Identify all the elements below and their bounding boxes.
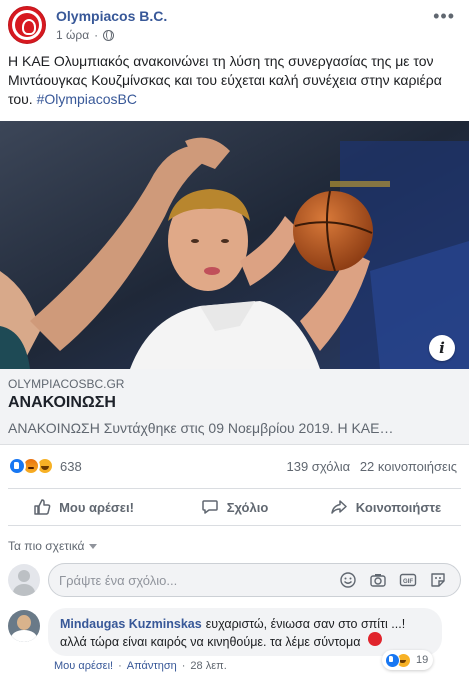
hashtag-link[interactable]: #OlympiacosBC: [37, 91, 137, 107]
comment-sort-dropdown[interactable]: Τα πιο σχετικά: [8, 539, 97, 553]
sort-label: Τα πιο σχετικά: [8, 539, 85, 553]
page-name[interactable]: Olympiacos B.C.: [56, 8, 167, 24]
sticker-icon[interactable]: [429, 571, 447, 589]
comment-reply-link[interactable]: Απάντηση: [127, 660, 177, 672]
like-button[interactable]: Μου αρέσει!: [8, 489, 159, 525]
comment-button[interactable]: Σχόλιο: [159, 489, 310, 525]
share-label: Κοινοποιήστε: [355, 499, 442, 515]
gif-icon[interactable]: GIF: [399, 571, 417, 589]
comment-reaction-count: 19: [416, 654, 429, 666]
comment-icon: [201, 500, 218, 514]
comments-shares: 139 σχόλια 22 κοινοποιήσεις: [281, 459, 458, 474]
comment-text-line2: αλλά τώρα είναι καιρός να κινηθούμε. τα …: [60, 635, 361, 649]
link-title[interactable]: ΑΝΑΚΟΙΝΩΣΗ: [8, 394, 116, 412]
globe-icon: [103, 29, 115, 41]
thumbs-up-icon: [34, 499, 51, 515]
share-button[interactable]: Κοινοποιήστε: [310, 489, 461, 525]
like-icon: [8, 457, 26, 475]
action-bar: Μου αρέσει! Σχόλιο Κοινοποιήστε: [8, 488, 461, 526]
comment-actions: Μου αρέσει! · Απάντηση · 28 λεπ.: [54, 660, 227, 672]
post-time[interactable]: 1 ώρα: [56, 28, 89, 42]
comment-text-line1: ευχαριστώ, ένιωσα σαν στο σπίτι ...!: [205, 617, 406, 631]
basketball-player-photo: [0, 121, 469, 369]
more-options-icon[interactable]: •••: [433, 6, 455, 27]
user-avatar: [8, 564, 40, 596]
chevron-down-icon: [88, 543, 97, 549]
comment-reactions[interactable]: 19: [382, 650, 434, 670]
red-circle-emoji: [368, 632, 382, 646]
post-meta: 1 ώρα ·: [56, 28, 115, 42]
like-label: Μου αρέσει!: [59, 499, 134, 515]
reactions-summary[interactable]: 638: [8, 457, 82, 475]
shares-count[interactable]: 22 κοινοποιήσεις: [360, 459, 457, 474]
comment-time[interactable]: 28 λεπ.: [190, 660, 226, 672]
comments-count[interactable]: 139 σχόλια: [287, 459, 351, 474]
info-icon[interactable]: i: [429, 335, 455, 361]
share-icon: [331, 500, 347, 514]
post-text: Η ΚΑΕ Ολυμπιακός ανακοινώνει τη λύση της…: [8, 52, 460, 109]
commenter-name[interactable]: Mindaugas Kuzminskas: [60, 617, 202, 631]
comment-bubble: Mindaugas Kuzminskas ευχαριστώ, ένιωσα σα…: [48, 608, 442, 656]
link-description: ΑΝΑΚΟΙΝΩΣΗ Συντάχθηκε στις 09 Νοεμβρίου …: [8, 420, 394, 436]
link-domain: OLYMPIACOSBC.GR: [8, 377, 125, 391]
like-icon: [385, 652, 400, 668]
post-header: Olympiacos B.C. 1 ώρα · •••: [0, 0, 469, 48]
post-photo[interactable]: i: [0, 121, 469, 369]
svg-text:GIF: GIF: [403, 579, 413, 585]
composer-icons: GIF: [339, 571, 447, 589]
page-avatar[interactable]: [8, 6, 46, 44]
comment-label: Σχόλιο: [226, 499, 269, 515]
post-stats: 638 139 σχόλια 22 κοινοποιήσεις: [0, 452, 469, 480]
camera-icon[interactable]: [369, 571, 387, 589]
emoji-icon[interactable]: [339, 571, 357, 589]
comment-composer: GIF: [8, 562, 461, 598]
commenter-avatar[interactable]: [8, 610, 40, 642]
link-preview[interactable]: OLYMPIACOSBC.GR ΑΝΑΚΟΙΝΩΣΗ ΑΝΑΚΟΙΝΩΣΗ Συ…: [0, 369, 469, 445]
comment-like-link[interactable]: Μου αρέσει!: [54, 660, 113, 672]
reaction-count: 638: [60, 458, 82, 474]
